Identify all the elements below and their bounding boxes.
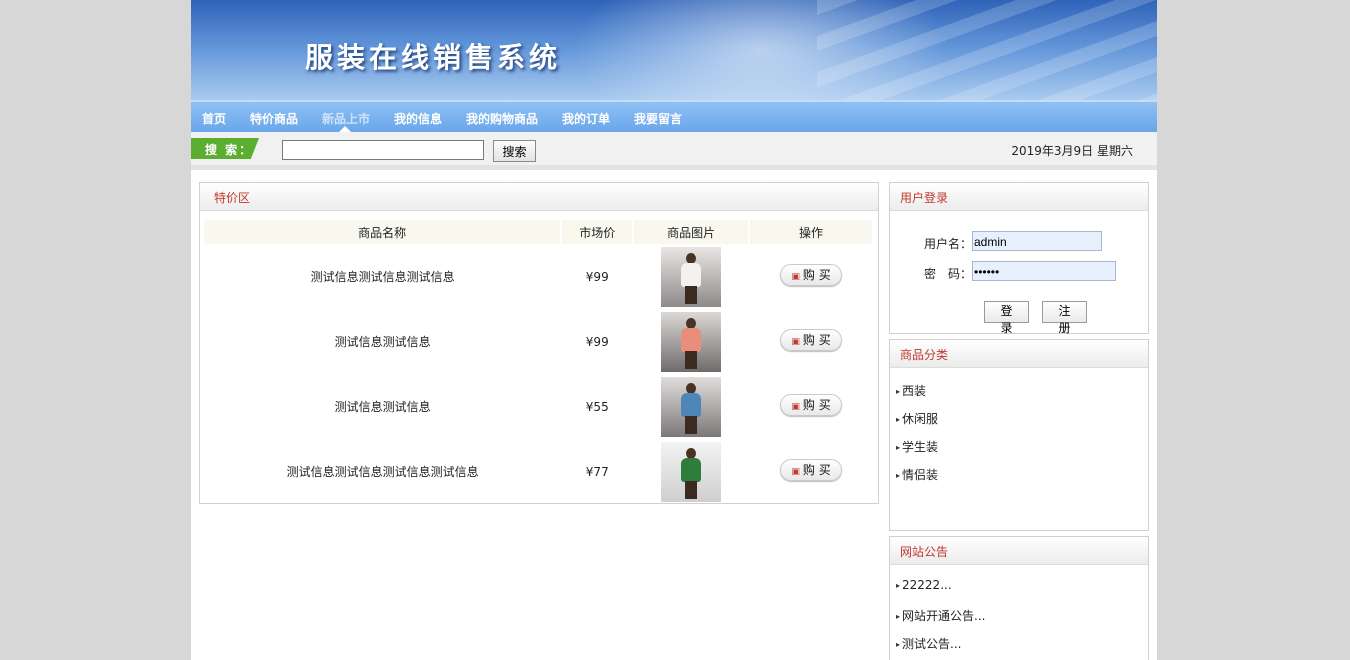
main-nav: 首页 特价商品 新品上市 我的信息 我的购物商品 我的订单 我要留言: [191, 100, 1157, 132]
arrow-right-icon: ▸: [896, 387, 901, 396]
cart-icon: ▣: [791, 336, 800, 347]
buy-button[interactable]: ▣ 购 买: [780, 458, 843, 481]
category-panel-title: 商品分类: [890, 340, 1148, 368]
table-row: 测试信息测试信息测试信息测试信息 ¥77 ▣ 购 买: [204, 439, 873, 504]
special-panel-title: 特价区: [200, 183, 878, 211]
buy-button[interactable]: ▣ 购 买: [780, 328, 843, 351]
product-name[interactable]: 测试信息测试信息: [204, 309, 561, 374]
product-price: ¥99: [585, 269, 609, 284]
search-bar: 搜 索： 搜索 2019年3月9日 星期六: [191, 132, 1157, 170]
arrow-right-icon: ▸: [896, 640, 901, 649]
category-item[interactable]: ▸ 休闲服: [896, 410, 938, 427]
product-name[interactable]: 测试信息测试信息测试信息测试信息: [204, 439, 561, 504]
username-field[interactable]: [972, 231, 1102, 251]
register-button[interactable]: 注 册: [1042, 301, 1087, 335]
nav-item-leave-message[interactable]: 我要留言: [634, 110, 682, 127]
username-label: 用户名：: [924, 237, 973, 251]
site-banner: 服装在线销售系统: [191, 0, 1157, 100]
login-button[interactable]: 登 录: [984, 301, 1029, 335]
column-header-name: 商品名称: [204, 220, 563, 244]
buy-button[interactable]: ▣ 购 买: [780, 263, 843, 286]
notice-item[interactable]: ▸ 22222...: [896, 578, 952, 592]
arrow-right-icon: ▸: [896, 612, 901, 621]
banner-decoration: [817, 0, 1157, 100]
current-date: 2019年3月9日 星期六: [1011, 144, 1133, 158]
arrow-right-icon: ▸: [896, 415, 901, 424]
product-price: ¥99: [585, 334, 609, 349]
page-container: 服装在线销售系统 首页 特价商品 新品上市 我的信息 我的购物商品 我的订单 我…: [191, 0, 1157, 660]
nav-item-home[interactable]: 首页: [202, 110, 226, 127]
category-item[interactable]: ▸ 西装: [896, 382, 926, 399]
arrow-right-icon: ▸: [896, 443, 901, 452]
notice-panel-title: 网站公告: [890, 537, 1148, 565]
search-label: 搜 索：: [191, 138, 259, 159]
site-title: 服装在线销售系统: [305, 41, 562, 74]
login-panel: 用户登录 用户名： 密 码： 登 录 注 册: [889, 182, 1149, 335]
table-row: 测试信息测试信息测试信息 ¥99 ▣ 购 买: [204, 244, 873, 309]
product-image[interactable]: [661, 441, 722, 502]
arrow-right-icon: ▸: [896, 471, 901, 480]
search-button[interactable]: 搜索: [493, 140, 536, 162]
notice-item[interactable]: ▸ 网站开通公告...: [896, 607, 985, 624]
product-table: 商品名称 市场价 商品图片 操作 测试信息测试信息测试信息 ¥99 ▣ 购 买 …: [204, 220, 874, 504]
nav-item-my-orders[interactable]: 我的订单: [562, 110, 610, 127]
nav-item-new-arrivals[interactable]: 新品上市: [322, 110, 370, 127]
product-price: ¥77: [585, 464, 609, 479]
arrow-right-icon: ▸: [896, 581, 901, 590]
product-name[interactable]: 测试信息测试信息: [204, 374, 561, 439]
product-name[interactable]: 测试信息测试信息测试信息: [204, 244, 561, 309]
category-item[interactable]: ▸ 学生装: [896, 438, 938, 455]
product-image[interactable]: [661, 311, 722, 372]
product-image[interactable]: [661, 246, 722, 307]
product-price: ¥55: [585, 399, 609, 414]
column-header-price: 市场价: [561, 220, 635, 244]
notice-item[interactable]: ▸ 测试公告...: [896, 635, 961, 652]
buy-button[interactable]: ▣ 购 买: [780, 393, 843, 416]
nav-item-special[interactable]: 特价商品: [250, 110, 298, 127]
cart-icon: ▣: [791, 466, 800, 477]
cart-icon: ▣: [791, 271, 800, 282]
category-item[interactable]: ▸ 情侣装: [896, 466, 938, 483]
password-field[interactable]: [972, 261, 1116, 281]
login-panel-title: 用户登录: [890, 183, 1148, 211]
table-header-row: 商品名称 市场价 商品图片 操作: [204, 220, 874, 244]
nav-item-my-info[interactable]: 我的信息: [394, 110, 442, 127]
cart-icon: ▣: [791, 401, 800, 412]
special-offer-panel: 特价区 商品名称 市场价 商品图片 操作 测试信息测试信息测试信息 ¥99 ▣ …: [199, 182, 879, 504]
table-row: 测试信息测试信息 ¥99 ▣ 购 买: [204, 309, 873, 374]
column-header-image: 商品图片: [633, 220, 751, 244]
search-input[interactable]: [282, 140, 484, 160]
table-row: 测试信息测试信息 ¥55 ▣ 购 买: [204, 374, 873, 439]
password-label: 密 码：: [924, 267, 973, 281]
category-panel: 商品分类 ▸ 西装 ▸ 休闲服 ▸ 学生装 ▸ 情侣装: [889, 339, 1149, 531]
column-header-action: 操作: [749, 220, 874, 244]
nav-item-my-cart[interactable]: 我的购物商品: [466, 110, 538, 127]
notice-panel: 网站公告 ▸ 22222... ▸ 网站开通公告... ▸ 测试公告...: [889, 536, 1149, 660]
product-image[interactable]: [661, 376, 722, 437]
